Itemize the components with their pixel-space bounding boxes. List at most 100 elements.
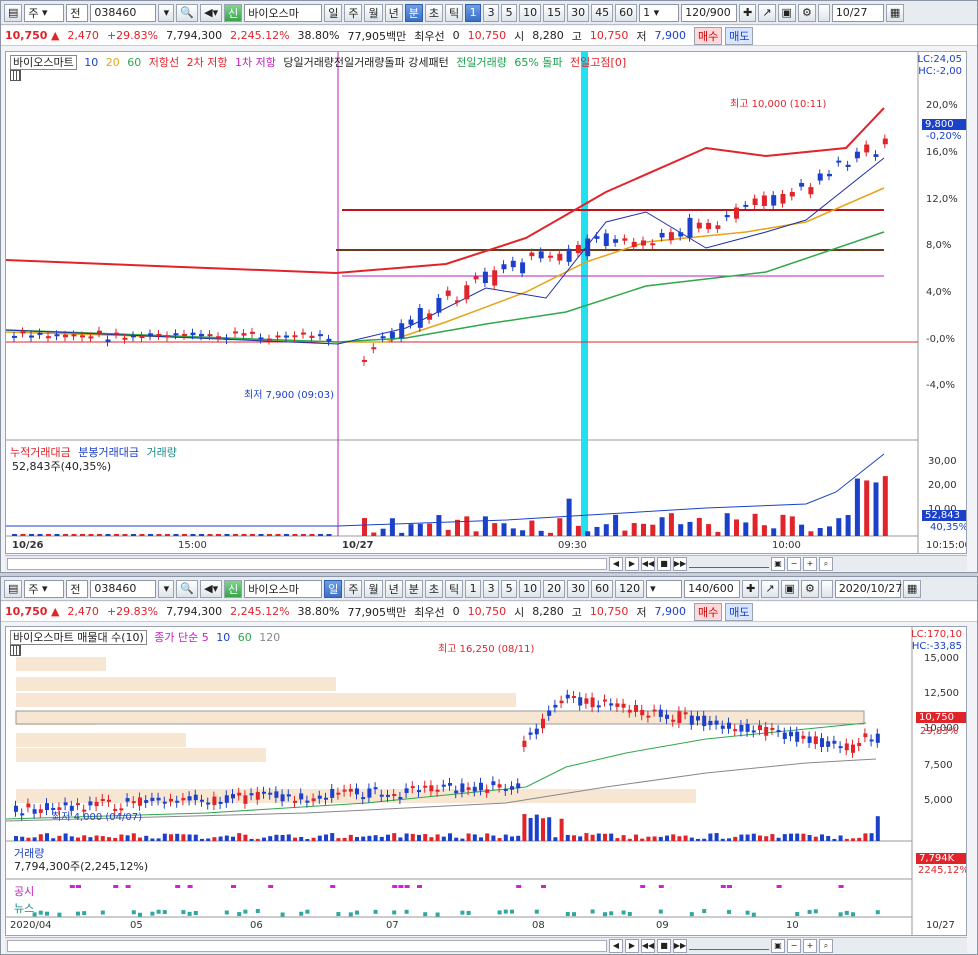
- period-week-2[interactable]: 주: [344, 579, 363, 598]
- search-chart-icon-2[interactable]: ⌕: [819, 938, 833, 953]
- scroll-bar-1[interactable]: ◀ ▶ ◀◀ ■ ▶▶ ▣ − + ⌕: [5, 555, 967, 571]
- sell-button-2[interactable]: 매도: [725, 602, 754, 621]
- interval-60-2[interactable]: 60: [591, 579, 614, 598]
- search-icon[interactable]: 🔍: [176, 3, 199, 22]
- prev-icon-2[interactable]: ◀◀: [641, 938, 655, 953]
- mode-select-2[interactable]: 전: [66, 579, 89, 598]
- gear-icon[interactable]: ⚙: [797, 3, 816, 22]
- menu-icon-2[interactable]: ▤: [4, 579, 23, 598]
- crosshair-icon[interactable]: ✚: [739, 3, 757, 22]
- buy-button[interactable]: 매수: [693, 26, 723, 45]
- volume-bar: [275, 534, 281, 536]
- interval-60[interactable]: 60: [615, 3, 638, 22]
- period-tick[interactable]: 틱: [444, 3, 464, 22]
- daily-chart-area[interactable]: 바이오스마트 매물대 수(10) 종가 단순 5 10 60 120 LC:17…: [5, 626, 967, 936]
- period-second-2[interactable]: 초: [424, 579, 443, 598]
- scroll-track-2[interactable]: [7, 939, 607, 952]
- calendar-icon-2[interactable]: ▦: [902, 579, 922, 598]
- intraday-chart-area[interactable]: 바이오스마트 10 20 60 저항선 2차 저항 1차 저항 당일거래량전일거…: [5, 51, 967, 554]
- period-year-2[interactable]: 년: [384, 579, 403, 598]
- option-checkbox-2[interactable]: [820, 579, 833, 598]
- crosshair-icon-2[interactable]: ✚: [742, 579, 760, 598]
- next-icon-2[interactable]: ▶▶: [673, 938, 687, 953]
- date-input-2[interactable]: 2020/10/27: [834, 579, 902, 598]
- interval-20-2[interactable]: 20: [543, 579, 566, 598]
- interval-3-2[interactable]: 3: [483, 579, 500, 598]
- zoom-fit-icon-2[interactable]: ▣: [771, 938, 785, 953]
- count-input[interactable]: 120/900: [681, 3, 738, 22]
- interval-15[interactable]: 15: [543, 3, 566, 22]
- date-input[interactable]: 10/27: [831, 3, 884, 22]
- period-month[interactable]: 월: [364, 3, 383, 22]
- gear-icon-2[interactable]: ⚙: [800, 579, 819, 598]
- period-year[interactable]: 년: [384, 3, 403, 22]
- interval-30-2[interactable]: 30: [567, 579, 590, 598]
- mode-select[interactable]: 전: [66, 3, 89, 22]
- scroll-track[interactable]: [7, 557, 607, 570]
- interval-30[interactable]: 30: [567, 3, 590, 22]
- legend-stock-name-2[interactable]: 바이오스마트 매물대 수(10): [10, 630, 147, 645]
- stop-icon[interactable]: ■: [657, 556, 671, 571]
- zoom-out-icon[interactable]: −: [787, 556, 801, 571]
- interval-input[interactable]: 1 ▾: [639, 3, 680, 22]
- interval-10-2[interactable]: 10: [519, 579, 542, 598]
- scroll-right-icon-2[interactable]: ▶: [625, 938, 639, 953]
- speaker-icon-2[interactable]: ◀▾: [200, 579, 223, 598]
- zoom-out-icon-2[interactable]: −: [787, 938, 801, 953]
- zoom-fit-icon[interactable]: ▣: [771, 556, 785, 571]
- period-minute-2[interactable]: 분: [404, 579, 423, 598]
- grid-toggle-icon[interactable]: [10, 70, 25, 84]
- interval-1[interactable]: 1: [465, 3, 482, 22]
- zoom-slider-2[interactable]: [689, 942, 769, 950]
- zoom-slider[interactable]: [689, 560, 769, 568]
- interval-45[interactable]: 45: [591, 3, 614, 22]
- scroll-left-icon-2[interactable]: ◀: [609, 938, 623, 953]
- zoom-in-icon[interactable]: +: [803, 556, 817, 571]
- scroll-left-icon[interactable]: ◀: [609, 556, 623, 571]
- option-checkbox[interactable]: [817, 3, 830, 22]
- interval-5[interactable]: 5: [501, 3, 518, 22]
- period-tick-2[interactable]: 틱: [444, 579, 464, 598]
- interval-120-2[interactable]: 120: [615, 579, 645, 598]
- interval-1-2[interactable]: 1: [465, 579, 482, 598]
- draw-icon-2[interactable]: ↗: [761, 579, 779, 598]
- calendar-icon[interactable]: ▦: [885, 3, 905, 22]
- interval-10[interactable]: 10: [519, 3, 542, 22]
- period-month-2[interactable]: 월: [364, 579, 383, 598]
- disclosure-label[interactable]: 공시: [14, 883, 34, 899]
- sell-button[interactable]: 매도: [725, 26, 754, 45]
- market-type-select-2[interactable]: 주 ▾: [24, 579, 65, 598]
- period-day[interactable]: 일: [324, 3, 343, 22]
- period-day-2[interactable]: 일: [324, 579, 343, 598]
- draw-icon[interactable]: ↗: [758, 3, 776, 22]
- zoom-in-icon-2[interactable]: +: [803, 938, 817, 953]
- save-icon-2[interactable]: ▣: [780, 579, 799, 598]
- speaker-icon[interactable]: ◀▾: [200, 3, 223, 22]
- dropdown-icon-2[interactable]: ▾: [158, 579, 175, 598]
- legend-stock-name[interactable]: 바이오스마트: [10, 55, 77, 70]
- buy-button-2[interactable]: 매수: [693, 602, 723, 621]
- search-chart-icon[interactable]: ⌕: [819, 556, 833, 571]
- next-icon[interactable]: ▶▶: [673, 556, 687, 571]
- stop-icon-2[interactable]: ■: [657, 938, 671, 953]
- count-input-2[interactable]: 140/600: [684, 579, 741, 598]
- search-icon-2[interactable]: 🔍: [176, 579, 199, 598]
- stock-code-input-2[interactable]: 038460: [90, 579, 157, 598]
- news-label[interactable]: 뉴스: [14, 900, 34, 916]
- save-icon[interactable]: ▣: [777, 3, 796, 22]
- period-second[interactable]: 초: [424, 3, 443, 22]
- interval-3[interactable]: 3: [483, 3, 500, 22]
- grid-toggle-icon-2[interactable]: [10, 645, 25, 659]
- scroll-bar-2[interactable]: ◀ ▶ ◀◀ ■ ▶▶ ▣ − + ⌕: [5, 937, 967, 953]
- menu-icon[interactable]: ▤: [4, 3, 23, 22]
- stock-code-input[interactable]: 038460: [90, 3, 157, 22]
- period-week[interactable]: 주: [344, 3, 363, 22]
- volume-bar-2: [330, 833, 335, 841]
- period-minute[interactable]: 분: [404, 3, 423, 22]
- interval-5-2[interactable]: 5: [501, 579, 518, 598]
- prev-icon[interactable]: ◀◀: [641, 556, 655, 571]
- scroll-right-icon[interactable]: ▶: [625, 556, 639, 571]
- dropdown-icon[interactable]: ▾: [158, 3, 175, 22]
- market-type-select[interactable]: 주 ▾: [24, 3, 65, 22]
- interval-input-2[interactable]: ▾: [646, 579, 683, 598]
